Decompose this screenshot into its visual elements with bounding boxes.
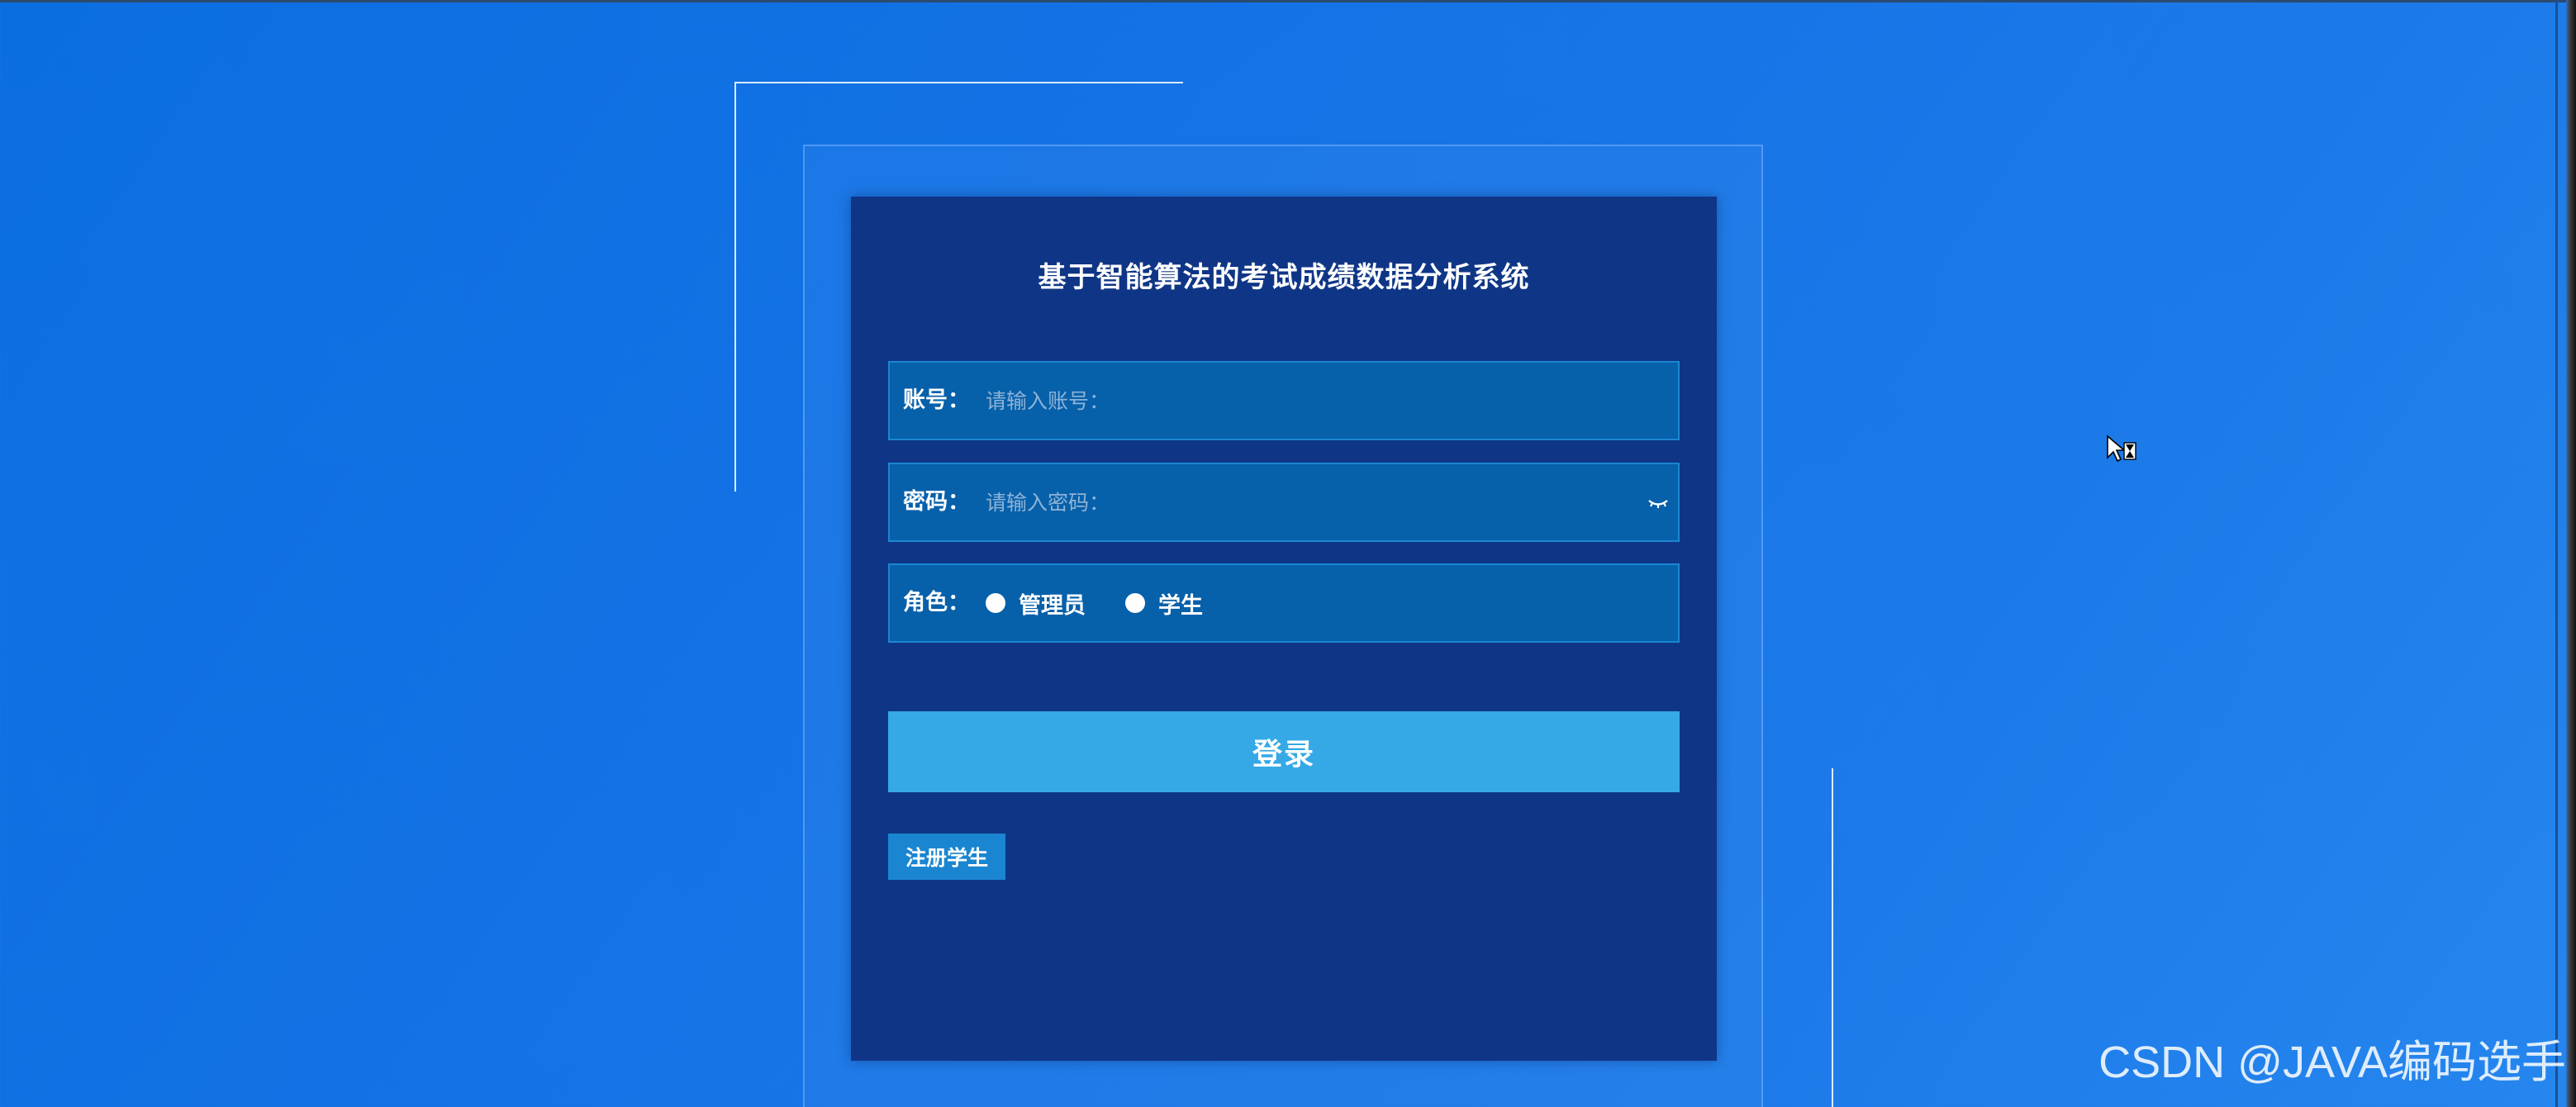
eye-closed-icon[interactable]	[1647, 494, 1670, 512]
login-card: 基于智能算法的考试成绩数据分析系统 账号： 密码： 角色： 管理员 学生	[851, 197, 1717, 1061]
radio-circle-icon[interactable]	[986, 593, 1005, 613]
window-top-edge	[0, 0, 2576, 2]
decor-line-top	[735, 82, 1183, 83]
password-field-row: 密码：	[888, 463, 1680, 542]
role-option-student-label: 学生	[1158, 592, 1203, 619]
password-input[interactable]	[986, 464, 1630, 540]
role-field-row: 角色： 管理员 学生	[888, 563, 1680, 643]
account-input[interactable]	[986, 363, 1630, 439]
window-right-scrollbar	[2566, 0, 2576, 1107]
login-button[interactable]: 登录	[888, 711, 1680, 792]
radio-circle-icon[interactable]	[1125, 593, 1145, 613]
role-label: 角色：	[903, 590, 970, 615]
role-option-student[interactable]: 学生	[1125, 587, 1203, 620]
account-field-row: 账号：	[888, 361, 1680, 440]
password-label: 密码：	[903, 489, 970, 515]
login-title: 基于智能算法的考试成绩数据分析系统	[1038, 261, 1530, 294]
register-student-button[interactable]: 注册学生	[888, 834, 1005, 880]
role-option-admin-label: 管理员	[1019, 592, 1086, 619]
watermark-text: CSDN @JAVA编码选手	[2098, 1038, 2566, 1087]
decor-line-right	[1832, 768, 1833, 1107]
role-option-admin[interactable]: 管理员	[986, 587, 1086, 620]
account-label: 账号：	[903, 387, 970, 413]
role-radio-group: 管理员 学生	[986, 565, 1243, 641]
window-right-border	[2555, 0, 2558, 1107]
mouse-cursor-busy-icon	[2106, 435, 2139, 468]
decor-line-left	[734, 82, 736, 492]
